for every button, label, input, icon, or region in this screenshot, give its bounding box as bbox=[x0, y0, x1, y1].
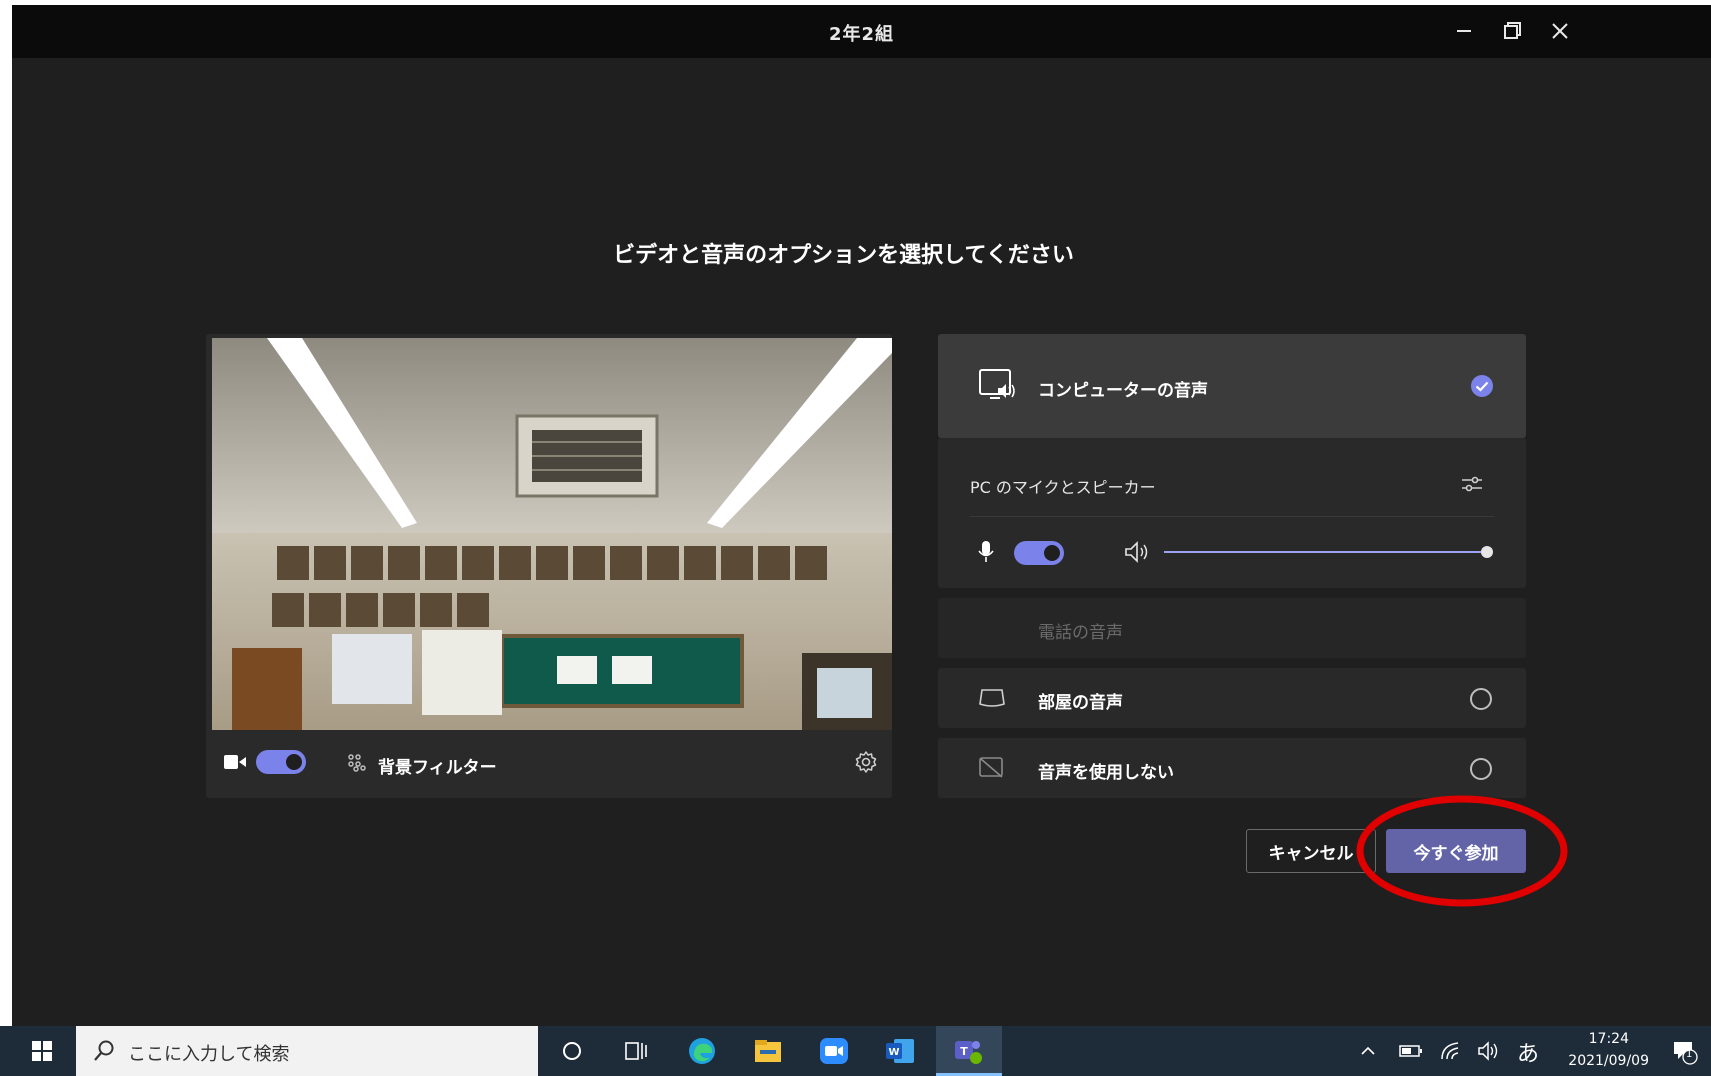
phone-audio-option: 電話の音声 bbox=[938, 598, 1526, 658]
cortana-icon[interactable] bbox=[556, 1036, 588, 1066]
system-tray: あ 17:24 2021/09/09 1 bbox=[1351, 1026, 1711, 1076]
file-explorer-icon[interactable] bbox=[752, 1036, 784, 1066]
zoom-app-icon[interactable] bbox=[818, 1036, 850, 1066]
room-audio-option[interactable]: 部屋の音声 bbox=[938, 668, 1526, 728]
battery-icon[interactable] bbox=[1399, 1042, 1423, 1064]
wifi-icon[interactable] bbox=[1439, 1040, 1461, 1066]
close-icon[interactable] bbox=[1548, 19, 1572, 43]
divider bbox=[970, 516, 1494, 517]
volume-icon[interactable] bbox=[1477, 1040, 1501, 1066]
device-label: PC のマイクとスピーカー bbox=[970, 478, 1156, 497]
camera-preview-image bbox=[212, 338, 892, 730]
video-preview-card: 背景フィルター bbox=[206, 334, 892, 798]
background-filter-icon[interactable] bbox=[346, 752, 366, 776]
microphone-toggle[interactable] bbox=[1014, 541, 1064, 565]
notification-center-icon[interactable] bbox=[1671, 1038, 1699, 1070]
phone-audio-label: 電話の音声 bbox=[1038, 623, 1123, 643]
clock-time[interactable]: 17:24 bbox=[1589, 1031, 1629, 1047]
volume-slider-thumb[interactable] bbox=[1481, 546, 1493, 558]
chevron-up-icon[interactable] bbox=[1359, 1042, 1377, 1064]
search-placeholder: ここに入力して検索 bbox=[128, 1044, 290, 1065]
camera-toggle[interactable] bbox=[256, 750, 306, 774]
computer-audio-icon bbox=[978, 368, 1018, 408]
computer-audio-settings: PC のマイクとスピーカー bbox=[938, 438, 1526, 588]
windows-taskbar: ここに入力して検索 W T あ 17:24 2021/09/09 1 bbox=[0, 1026, 1711, 1076]
video-controls: 背景フィルター bbox=[206, 730, 892, 798]
speaker-icon bbox=[1124, 540, 1150, 568]
ime-indicator[interactable]: あ bbox=[1517, 1036, 1539, 1068]
room-audio-radio[interactable] bbox=[1470, 688, 1492, 710]
audio-off-icon bbox=[978, 756, 1006, 784]
device-settings-gear-icon[interactable] bbox=[854, 750, 878, 778]
no-audio-option[interactable]: 音声を使用しない bbox=[938, 738, 1526, 798]
taskbar-search-box[interactable]: ここに入力して検索 bbox=[76, 1026, 538, 1076]
device-settings-sliders-icon[interactable] bbox=[1460, 472, 1484, 500]
clock-date[interactable]: 2021/09/09 bbox=[1568, 1053, 1649, 1069]
notification-count: 1 bbox=[1686, 1049, 1693, 1060]
join-now-button[interactable]: 今すぐ参加 bbox=[1386, 829, 1526, 873]
room-audio-label: 部屋の音声 bbox=[1038, 693, 1123, 713]
search-icon bbox=[92, 1039, 116, 1067]
title-bar: 2年2組 bbox=[12, 5, 1711, 58]
windows-start-icon[interactable] bbox=[32, 1041, 52, 1065]
room-device-icon bbox=[978, 686, 1006, 714]
microphone-icon bbox=[978, 540, 994, 568]
word-app-icon[interactable]: W bbox=[884, 1036, 916, 1066]
background-filter-label[interactable]: 背景フィルター bbox=[378, 753, 497, 778]
maximize-icon[interactable] bbox=[1500, 19, 1524, 43]
svg-text:W: W bbox=[888, 1047, 899, 1058]
speaker-volume-slider[interactable] bbox=[1164, 542, 1493, 562]
teams-app-icon[interactable]: T bbox=[952, 1036, 984, 1066]
computer-audio-option[interactable]: コンピューターの音声 bbox=[938, 334, 1526, 438]
selected-check-icon bbox=[1470, 374, 1494, 402]
edge-browser-icon[interactable] bbox=[686, 1036, 718, 1066]
minimize-icon[interactable] bbox=[1452, 19, 1476, 43]
computer-audio-label: コンピューターの音声 bbox=[1038, 381, 1208, 401]
camera-icon bbox=[224, 754, 246, 774]
no-audio-radio[interactable] bbox=[1470, 758, 1492, 780]
no-audio-label: 音声を使用しない bbox=[1038, 763, 1174, 783]
cancel-button[interactable]: キャンセル bbox=[1246, 829, 1376, 873]
svg-text:T: T bbox=[960, 1045, 968, 1058]
task-view-icon[interactable] bbox=[620, 1036, 652, 1066]
page-heading: ビデオと音声のオプションを選択してください bbox=[613, 243, 1074, 268]
